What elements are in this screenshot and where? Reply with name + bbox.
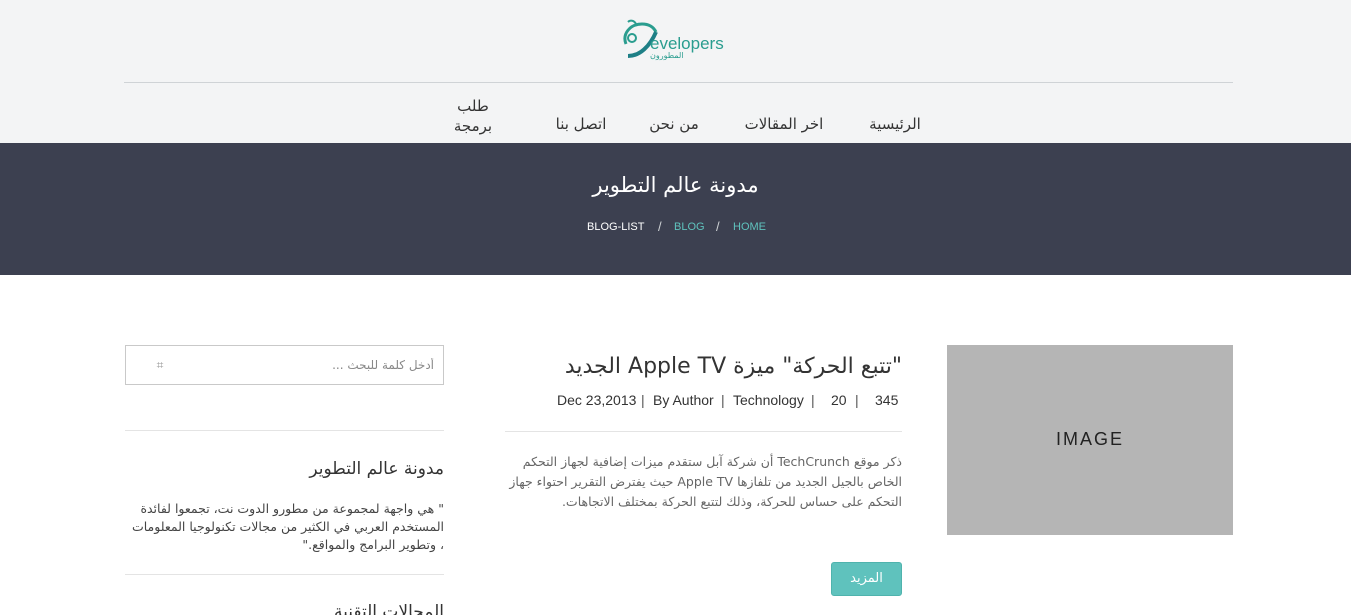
sidebar-about-title: مدونة عالم التطوير <box>309 459 444 479</box>
sidebar-divider <box>125 430 444 431</box>
header-divider <box>124 82 1233 83</box>
nav-item-latest-articles[interactable]: اخر المقالات <box>738 114 830 134</box>
read-more-button[interactable]: المزيد <box>831 562 902 596</box>
article-count: 20 <box>831 392 847 408</box>
search-input[interactable] <box>176 346 434 384</box>
breadcrumb-blog-link[interactable]: BLOG <box>674 221 705 233</box>
article-divider <box>505 431 902 432</box>
nav-item-about[interactable]: من نحن <box>644 114 704 134</box>
sidebar-about-text: " هي واجهة لمجموعة من مطورو الدوت نت، تج… <box>131 501 444 552</box>
meta-separator: | <box>721 392 725 408</box>
article-excerpt: ذكر موقع TechCrunch أن شركة آبل ستقدم مي… <box>509 454 902 509</box>
nav-item-contact[interactable]: اتصل بنا <box>550 114 612 134</box>
meta-separator: | <box>811 392 815 408</box>
article-author-link[interactable]: By Author <box>653 392 714 408</box>
sidebar-divider <box>125 574 444 575</box>
nav-item-home[interactable]: الرئيسية <box>862 114 928 134</box>
page-title: مدونة عالم التطوير <box>592 173 759 197</box>
page-banner: مدونة عالم التطوير HOME / BLOG / BLOG-LI… <box>0 143 1351 275</box>
logo-subtext: المطورون <box>650 51 684 60</box>
main-nav: الرئيسية اخر المقالات من نحن اتصل بنا طل… <box>0 96 1351 141</box>
article-count: 345 <box>875 392 899 408</box>
site-logo[interactable]: evelopers المطورون <box>620 14 740 66</box>
breadcrumb-separator: / <box>658 219 662 234</box>
search-box: ⌗ <box>125 345 444 385</box>
meta-separator: | <box>855 392 859 408</box>
article-title[interactable]: "تتبع الحركة" ميزة Apple TV الجديد <box>505 354 902 379</box>
breadcrumb-current: BLOG-LIST <box>587 221 645 233</box>
article-category-link[interactable]: Technology <box>733 392 804 408</box>
site-header: evelopers المطورون الرئيسية اخر المقالات… <box>0 0 1351 143</box>
search-icon[interactable]: ⌗ <box>152 357 168 373</box>
meta-separator: | <box>641 392 645 408</box>
article-date: Dec 23,2013 <box>557 392 637 408</box>
sidebar-section-title: المجالات التقنية <box>334 602 444 615</box>
breadcrumb-home-link[interactable]: HOME <box>733 221 766 233</box>
breadcrumb-separator: / <box>716 219 720 234</box>
breadcrumb: HOME / BLOG / BLOG-LIST <box>580 219 780 237</box>
article-image-placeholder[interactable]: IMAGE <box>947 345 1233 535</box>
nav-item-request-programming[interactable]: طلب برمجة <box>446 96 500 136</box>
image-placeholder-label: IMAGE <box>1055 429 1124 449</box>
article-meta: Dec 23,2013 | By Author | Technology | 2… <box>505 392 900 410</box>
